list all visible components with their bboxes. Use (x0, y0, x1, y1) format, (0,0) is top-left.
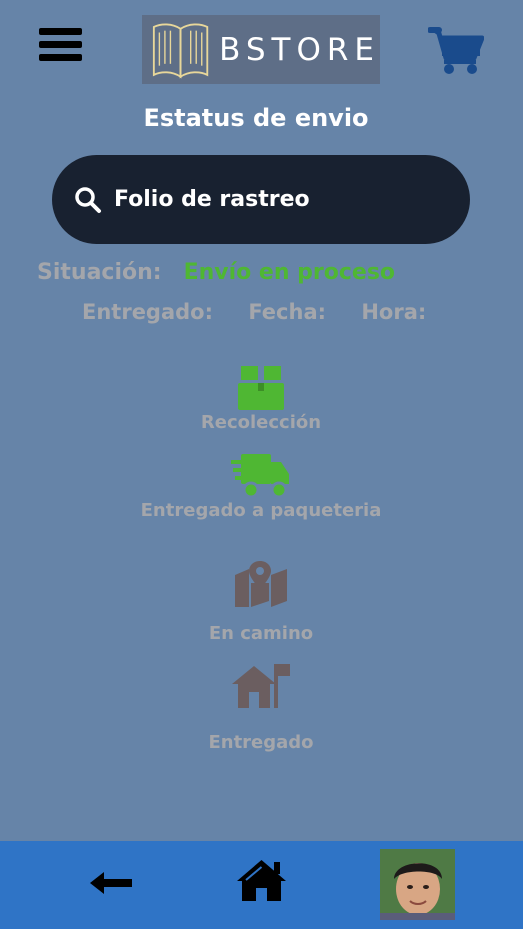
step-label: En camino (208, 623, 314, 644)
home-icon[interactable] (236, 859, 287, 902)
step-en-camino: En camino (0, 561, 522, 644)
bottom-nav (0, 841, 523, 929)
status-row: Situación: Envío en proceso (37, 260, 395, 285)
date-label: Fecha: (248, 300, 327, 324)
delivery-meta: Entregado: Fecha: Hora: (82, 300, 454, 324)
step-recoleccion: Recolección (0, 362, 522, 433)
map-pin-icon (235, 561, 287, 607)
tracking-search-input[interactable]: Folio de rastreo (52, 155, 470, 244)
avatar-face (380, 849, 455, 920)
status-value: Envío en proceso (183, 260, 396, 285)
house-flag-icon (232, 664, 290, 708)
step-paqueteria: Entregado a paqueteria (0, 452, 522, 521)
user-avatar[interactable] (380, 849, 455, 920)
fast-truck-icon (231, 454, 289, 499)
logo[interactable]: BSTORE (142, 15, 380, 84)
page-title: Estatus de envio (143, 104, 369, 132)
step-label: Entregado (208, 732, 314, 753)
arrow-left-icon[interactable] (90, 872, 132, 894)
menu-button[interactable] (39, 28, 83, 68)
time-label: Hora: (361, 300, 427, 324)
search-placeholder: Folio de rastreo (114, 187, 310, 212)
step-label: Entregado a paqueteria (140, 500, 382, 521)
step-label: Recolección (200, 412, 322, 433)
step-entregado: Entregado (0, 662, 522, 753)
hamburger-icon (39, 28, 82, 35)
delivered-label: Entregado: (82, 300, 213, 324)
shopping-cart-icon[interactable] (428, 26, 484, 76)
status-label: Situación: (37, 260, 162, 285)
box-icon (238, 366, 284, 410)
search-icon (75, 186, 101, 213)
logo-text: BSTORE (219, 31, 380, 68)
open-book-icon (152, 23, 209, 78)
